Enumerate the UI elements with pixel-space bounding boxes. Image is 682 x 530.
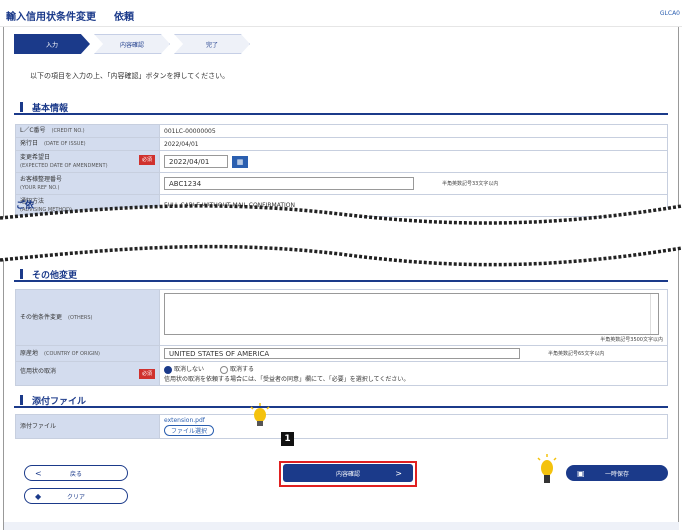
clear-button-label: クリア	[66, 493, 85, 501]
section-basic-info: 基本情報	[14, 101, 668, 115]
chevron-left-icon: <	[35, 468, 42, 478]
amend-date-label: 必須 変更希望日 (EXPECTED DATE OF AMENDMENT)	[15, 150, 160, 173]
instruction-text: 以下の項目を入力の上、「内容確認」ボタンを押してください。	[30, 72, 230, 80]
required-badge: 必須	[138, 154, 155, 165]
amend-date-input[interactable]: 2022/04/01	[164, 155, 228, 168]
save-draft-button[interactable]: ▣ 一時保存	[566, 465, 668, 481]
ref-no-hint: 半角英数記号33文字以内	[442, 181, 499, 187]
others-hint: 半角英数記号3500文字以内	[600, 336, 663, 343]
section-basic-info-title: 基本情報	[32, 104, 69, 114]
page-title: 輸入信用状条件変更 依頼	[6, 8, 134, 23]
chevron-right-icon: >	[395, 468, 402, 478]
lc-no-label: L／C番号 (CREDIT NO.)	[15, 124, 160, 138]
wave-divider-graphic	[0, 204, 682, 267]
file-select-button[interactable]: ファイル選択	[164, 425, 215, 436]
page-title-sub: 依頼	[114, 12, 134, 23]
step-input: 入力	[14, 34, 90, 54]
section-marker	[20, 269, 23, 279]
ref-no-label: お客様整理番号 (YOUR REF NO.)	[15, 172, 160, 195]
attached-file-link[interactable]: extension.pdf	[164, 417, 663, 424]
clear-button[interactable]: ◆ クリア	[24, 488, 128, 504]
table-row: 必須 信用状の取消 取消しない 取消する 信用状の取消を依頼する場合には、「受益…	[15, 361, 668, 386]
others-label: その他条件変更 (OTHERS)	[15, 289, 160, 346]
section-marker	[20, 102, 23, 112]
step-marker: 1	[281, 432, 294, 446]
others-textarea[interactable]	[164, 292, 659, 335]
radio-cancel[interactable]	[219, 365, 228, 374]
table-row: 原産地 (COUNTRY OF ORIGIN) UNITED STATES OF…	[15, 345, 668, 362]
save-draft-button-label: 一時保存	[604, 470, 629, 478]
footer-band	[4, 522, 679, 530]
textarea-scrollbar[interactable]	[650, 293, 658, 334]
section-other-changes-title: その他変更	[32, 271, 78, 281]
section-attachments-title: 添付ファイル	[32, 397, 87, 407]
section-other-changes: その他変更	[14, 268, 668, 282]
attachments-table: 添付ファイル extension.pdf ファイル選択	[15, 414, 668, 439]
table-row: 発行日 (DATE OF ISSUE) 2022/04/01	[15, 137, 668, 151]
table-row: その他条件変更 (OTHERS) 半角英数記号3500文字以内	[15, 289, 668, 346]
step-complete: 完了	[174, 34, 250, 54]
eraser-icon: ◆	[35, 491, 42, 501]
lightbulb-icon	[537, 454, 557, 483]
page-title-main: 輸入信用状条件変更	[6, 12, 96, 23]
origin-label: 原産地 (COUNTRY OF ORIGIN)	[15, 345, 160, 362]
table-row: L／C番号 (CREDIT NO.) 001LC-00000005	[15, 124, 668, 138]
radio-no-cancel-label: 取消しない	[174, 366, 205, 373]
page-break-wave: ご依	[0, 196, 682, 278]
origin-input[interactable]: UNITED STATES OF AMERICA	[164, 348, 520, 359]
confirm-button[interactable]: 内容確認 >	[283, 464, 413, 482]
header-bar: 輸入信用状条件変更 依頼 GLCA0	[0, 0, 682, 27]
table-row: お客様整理番号 (YOUR REF NO.) ABC1234 半角英数記号33文字以…	[15, 172, 668, 195]
step-confirm: 内容確認	[94, 34, 170, 54]
issue-date-label: 発行日 (DATE OF ISSUE)	[15, 137, 160, 151]
back-button[interactable]: < 戻る	[24, 465, 128, 481]
radio-no-cancel[interactable]	[164, 365, 172, 374]
other-changes-table: その他条件変更 (OTHERS) 半角英数記号3500文字以内 原産地 (COU…	[15, 289, 668, 386]
save-icon: ▣	[577, 468, 585, 478]
cancel-note: 信用状の取消を依頼する場合には、「受益者の同意」欄にて、「必要」を選択してくださ…	[164, 375, 410, 383]
confirm-button-label: 内容確認	[335, 470, 360, 478]
attachment-label: 添付ファイル	[15, 414, 160, 439]
ref-no-input[interactable]: ABC1234	[164, 177, 414, 190]
table-row: 必須 変更希望日 (EXPECTED DATE OF AMENDMENT) 202…	[15, 150, 668, 173]
step-indicator: 入力 内容確認 完了	[14, 34, 254, 54]
section-partial-title: ご依	[16, 201, 35, 211]
section-attachments: 添付ファイル	[14, 394, 668, 408]
back-button-label: 戻る	[69, 470, 82, 478]
issue-date-value: 2022/04/01	[159, 137, 668, 151]
calendar-icon[interactable]: ▦	[232, 155, 248, 168]
cancel-label: 必須 信用状の取消	[15, 361, 160, 386]
lc-no-value: 001LC-00000005	[159, 124, 668, 138]
table-row: 添付ファイル extension.pdf ファイル選択	[15, 414, 668, 439]
origin-hint: 半角英数記号65文字以内	[548, 351, 605, 357]
screen-id: GLCA0	[659, 10, 680, 17]
radio-cancel-label: 取消する	[229, 366, 254, 373]
section-marker	[20, 395, 23, 405]
lightbulb-icon	[250, 403, 270, 426]
required-badge: 必須	[138, 368, 155, 379]
